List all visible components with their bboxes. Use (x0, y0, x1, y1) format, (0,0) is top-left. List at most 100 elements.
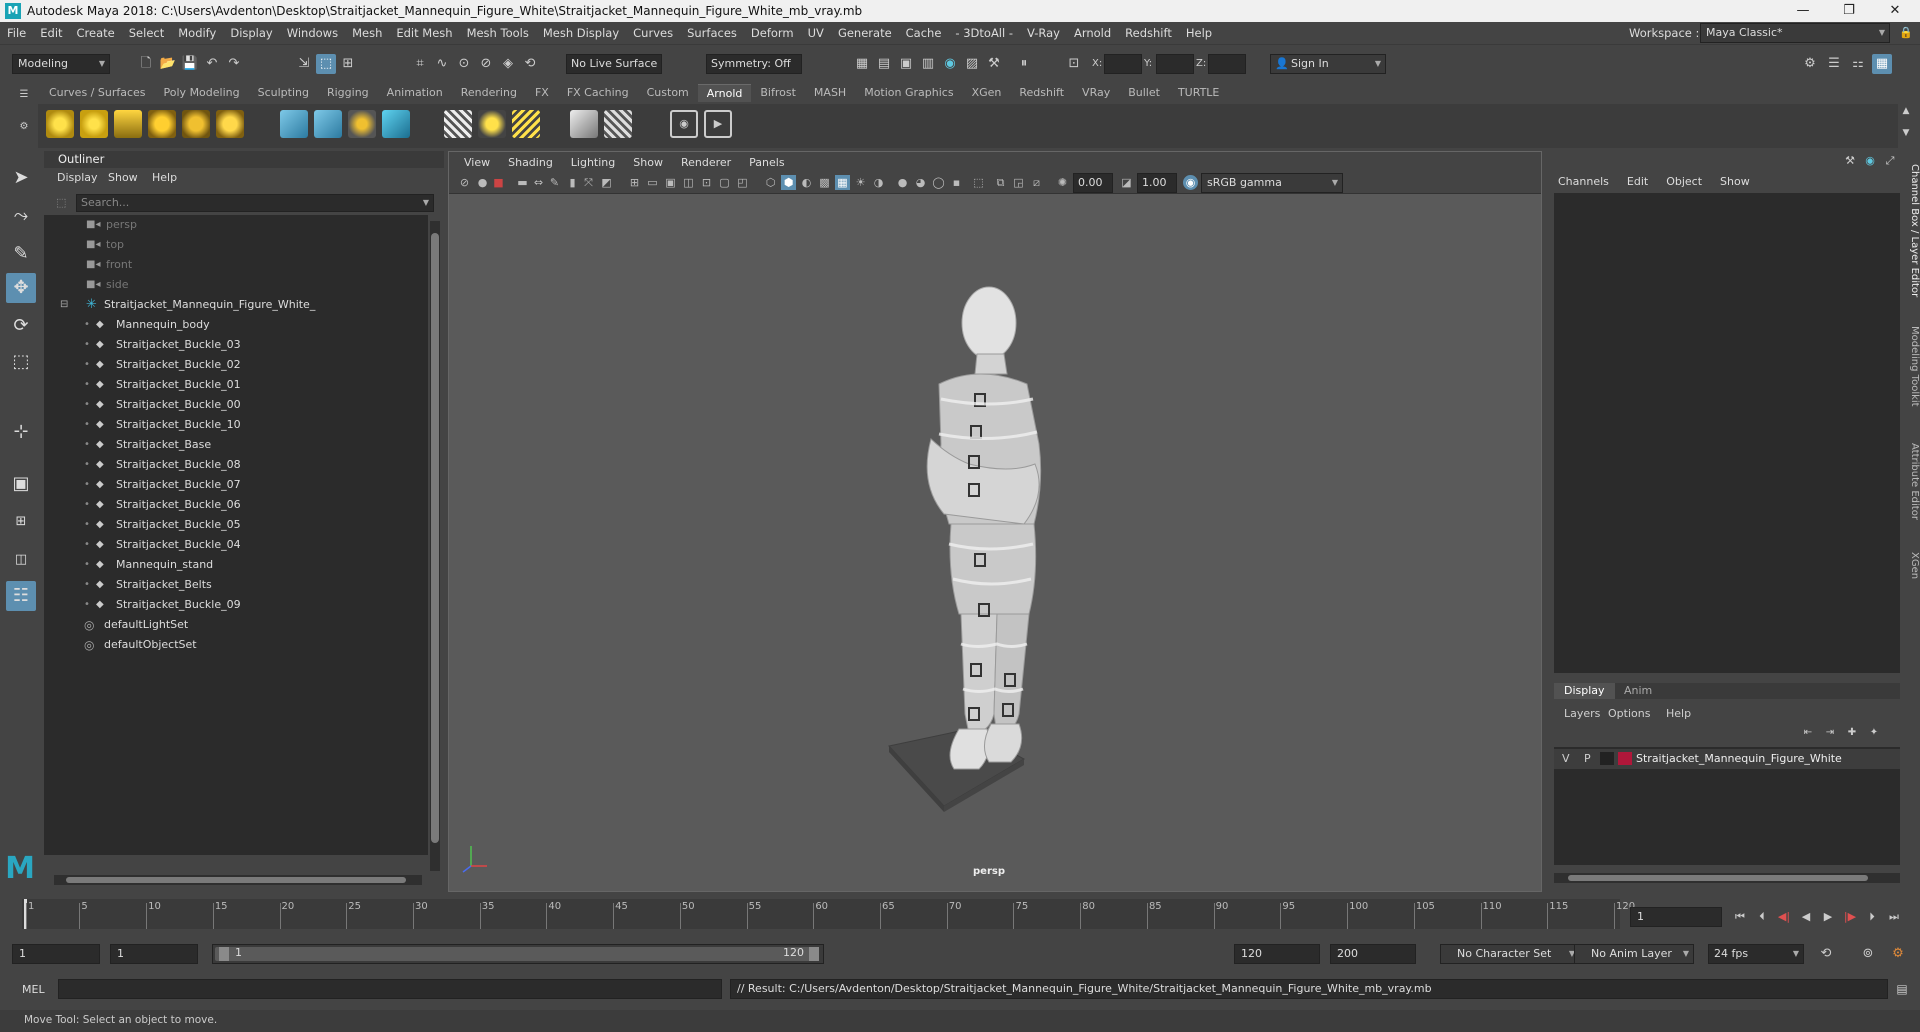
textured-icon[interactable]: ▩ (817, 175, 832, 190)
lock-icon[interactable]: 🔒 (1896, 23, 1916, 43)
workspace-dropdown[interactable]: Maya Classic* (1700, 23, 1890, 43)
two-view-icon[interactable]: ◫ (6, 545, 36, 575)
ipr-render-icon[interactable]: ▣ (896, 54, 916, 74)
viewport-canvas[interactable]: persp (449, 194, 1541, 891)
gate-mask-icon[interactable]: ◫ (681, 175, 696, 190)
menu-3dtoall[interactable]: - 3DtoAll - (948, 26, 1020, 40)
outliner-item-side[interactable]: ■◂ side (44, 275, 428, 295)
current-frame-input[interactable]: 1 (1630, 907, 1722, 927)
menu-display[interactable]: Display (223, 26, 279, 40)
field-chart-icon[interactable]: ⊡ (699, 175, 714, 190)
shelf-tab-animation[interactable]: Animation (378, 84, 452, 102)
redo-icon[interactable]: ↷ (224, 54, 244, 74)
select-object-icon[interactable]: ⬚ (316, 54, 336, 74)
shelf-tab-vray[interactable]: VRay (1073, 84, 1119, 102)
ambient-occlusion-icon[interactable]: ◑ (871, 175, 886, 190)
layer-menu-layers[interactable]: Layers (1564, 707, 1600, 720)
outliner-filter-icon[interactable]: ⬚ (56, 196, 66, 209)
bookmark-icon[interactable]: ■ (491, 175, 506, 190)
shelf-tab-mash[interactable]: MASH (805, 84, 855, 102)
flush-cache-icon[interactable] (478, 110, 506, 138)
physical-sky-icon[interactable] (216, 110, 244, 138)
shelf-menu-icon[interactable]: ☰ (14, 85, 34, 105)
motion-blur-icon[interactable]: ● (895, 175, 910, 190)
point-light-icon[interactable] (80, 110, 108, 138)
channel-list[interactable] (1554, 193, 1900, 673)
new-scene-icon[interactable]: 🗋 (136, 54, 156, 74)
go-to-start-icon[interactable]: ⏮ (1730, 907, 1750, 927)
side-tab-channel-box[interactable]: Channel Box / Layer Editor (1902, 161, 1920, 301)
preview-eye-icon[interactable]: ◉ (670, 110, 698, 138)
gamma-icon[interactable]: ◪ (1119, 175, 1134, 190)
side-tab-xgen[interactable]: XGen (1902, 541, 1920, 591)
menu-edit-mesh[interactable]: Edit Mesh (389, 26, 459, 40)
fps-dropdown[interactable]: 24 fps (1708, 944, 1804, 964)
display-layer-row[interactable]: V P Straitjacket_Mannequin_Figure_White (1554, 749, 1900, 769)
volume-icon[interactable] (348, 110, 376, 138)
channel-box-icon[interactable]: ▦ (1872, 54, 1892, 74)
menu-generate[interactable]: Generate (831, 26, 899, 40)
cb-menu-edit[interactable]: Edit (1627, 175, 1648, 188)
select-hierarchy-icon[interactable]: ⇲ (294, 54, 314, 74)
menu-vray[interactable]: V-Ray (1020, 26, 1067, 40)
render-region-icon[interactable]: ▦ (852, 54, 872, 74)
outliner-item-mesh[interactable]: • ◆ Straitjacket_Buckle_05 (44, 515, 428, 535)
tab-display[interactable]: Display (1554, 683, 1615, 699)
anim-start-input[interactable]: 1 (110, 944, 198, 964)
outliner-horizontal-scrollbar[interactable] (54, 875, 422, 885)
z-input[interactable] (1208, 54, 1246, 74)
viewport-menu-lighting[interactable]: Lighting (562, 156, 624, 169)
bookmark2-icon[interactable]: ▮ (565, 175, 580, 190)
shelf-tab-rendering[interactable]: Rendering (452, 84, 526, 102)
step-forward-frame-icon[interactable]: |▶ (1840, 907, 1860, 927)
layer-color-swatch[interactable] (1618, 752, 1632, 765)
play-render-icon[interactable]: ▶ (704, 110, 732, 138)
camera-lock-icon[interactable]: ◩ (599, 175, 614, 190)
layer-type-toggle[interactable] (1600, 752, 1614, 765)
live-surface-field[interactable]: No Live Surface (566, 54, 662, 74)
select-tool-icon[interactable]: ➤ (6, 163, 36, 193)
range-slider-track[interactable]: 1 120 (212, 944, 824, 964)
animation-prefs-icon[interactable]: ⚙ (1888, 944, 1908, 964)
outliner-item-persp[interactable]: ■◂ persp (44, 215, 428, 235)
outliner-layout-icon[interactable]: ☷ (6, 581, 36, 611)
camera-attr-icon[interactable]: ● (475, 175, 490, 190)
colorspace-dropdown[interactable]: sRGB gamma (1201, 173, 1343, 193)
exposure-icon[interactable]: ✺ (1055, 175, 1070, 190)
hud-icon[interactable]: ⧄ (1029, 175, 1044, 190)
tx-manager-icon[interactable] (570, 110, 598, 138)
shelf-tab-fx-caching[interactable]: FX Caching (558, 84, 638, 102)
viewport-menu-shading[interactable]: Shading (499, 156, 562, 169)
snap-curve-icon[interactable]: ∿ (432, 54, 452, 74)
scene-start-input[interactable]: 1 (12, 944, 100, 964)
menu-uv[interactable]: UV (801, 26, 831, 40)
tool-settings-icon[interactable]: ⚏ (1848, 54, 1868, 74)
menu-mesh-tools[interactable]: Mesh Tools (460, 26, 536, 40)
smooth-shade-icon[interactable]: ⬢ (781, 175, 796, 190)
move-layer-down-icon[interactable]: ⇥ (1820, 723, 1840, 743)
channel-box-help-icon[interactable]: ◉ (1860, 151, 1880, 171)
outliner-item-set[interactable]: ◎ defaultLightSet (44, 615, 428, 635)
render-icon[interactable] (444, 110, 472, 138)
search-dropdown-icon[interactable]: ▼ (423, 195, 429, 211)
resolution-gate-icon[interactable]: ▣ (663, 175, 678, 190)
outliner-menu-help[interactable]: Help (152, 171, 177, 184)
script-editor-icon[interactable]: ▤ (1892, 979, 1912, 999)
snap-grid-icon[interactable]: ⌗ (410, 54, 430, 74)
move-tool-icon[interactable]: ✥ (6, 273, 36, 303)
pan-zoom-icon[interactable]: ⤧ (581, 175, 596, 190)
outliner-item-mesh[interactable]: • ◆ Mannequin_stand (44, 555, 428, 575)
menu-mesh[interactable]: Mesh (345, 26, 389, 40)
shelf-tab-sculpting[interactable]: Sculpting (249, 84, 318, 102)
undo-icon[interactable]: ↶ (202, 54, 222, 74)
layer-menu-help[interactable]: Help (1666, 707, 1691, 720)
outliner-item-mesh[interactable]: • ◆ Straitjacket_Buckle_01 (44, 375, 428, 395)
x-input[interactable] (1104, 54, 1142, 74)
twod-pan-icon[interactable]: ⇔ (531, 175, 546, 190)
shelf-tab-curves-surfaces[interactable]: Curves / Surfaces (40, 84, 155, 102)
xray-icon[interactable]: ⬚ (971, 175, 986, 190)
shelf-tab-rigging[interactable]: Rigging (318, 84, 378, 102)
menu-create[interactable]: Create (70, 26, 122, 40)
layer-menu-options[interactable]: Options (1608, 707, 1650, 720)
outliner-item-mesh[interactable]: • ◆ Straitjacket_Buckle_07 (44, 475, 428, 495)
